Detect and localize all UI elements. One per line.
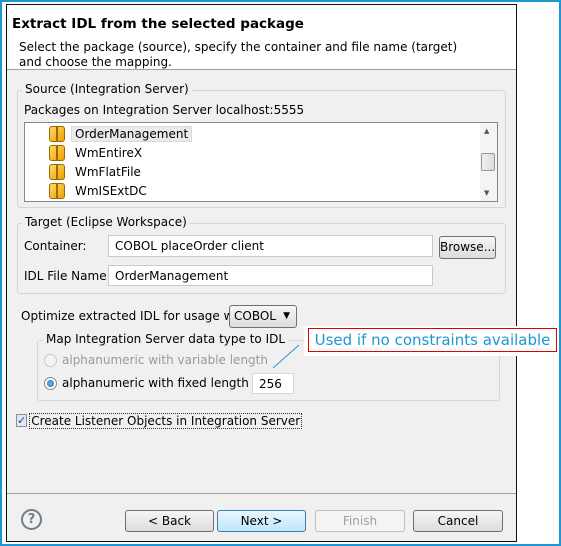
package-name: WmFlatFile [75,165,141,179]
next-button[interactable]: Next > [217,510,306,532]
scroll-up-icon[interactable]: ▲ [484,127,489,135]
package-name: OrderManagement [71,126,193,142]
back-button[interactable]: < Back [125,510,214,532]
package-name: WmISExtDC [75,184,147,198]
chevron-down-icon: ▼ [283,311,290,321]
target-legend: Target (Eclipse Workspace) [22,215,190,229]
scrollbar[interactable]: ▲ ▼ [480,123,497,201]
container-label: Container: [24,239,87,253]
radio-fixed-length[interactable]: alphanumeric with fixed length of [44,376,264,390]
list-item[interactable]: WmEntireX [49,144,146,162]
list-item[interactable]: OrderManagement [49,125,193,143]
list-item[interactable]: WmFlatFile [49,163,145,181]
help-icon[interactable]: ? [21,509,42,530]
page-description: Select the package (source), specify the… [19,40,458,69]
optimize-selected-value: COBOL [234,309,276,323]
create-listener-checkbox[interactable]: ✓ Create Listener Objects in Integration… [16,412,303,429]
list-item[interactable]: WmISExtDC [49,182,151,200]
checkbox-label: Create Listener Objects in Integration S… [29,412,303,429]
checkbox-checked-icon: ✓ [16,414,28,427]
package-icon [49,145,65,161]
mapping-legend: Map Integration Server data type to IDL [43,332,289,346]
radio-label: alphanumeric with fixed length of [62,376,265,390]
radio-label: alphanumeric with variable length [62,353,268,367]
idl-file-name-label: IDL File Name: [24,269,111,283]
scroll-down-icon[interactable]: ▼ [484,189,489,197]
optimize-select[interactable]: COBOL ▼ [229,305,297,328]
page-title: Extract IDL from the selected package [12,16,304,32]
package-icon [49,126,65,142]
package-name: WmEntireX [75,146,143,160]
package-icon [49,164,65,180]
optimize-label: Optimize extracted IDL for usage with: [21,309,254,323]
package-icon [49,183,65,199]
radio-icon [44,377,57,390]
callout-annotation: Used if no constraints available [308,328,557,352]
fixed-length-input[interactable]: 256 [252,373,294,394]
source-legend: Source (Integration Server) [22,82,192,96]
radio-icon [44,354,57,367]
footer-separator [7,493,516,494]
cancel-button[interactable]: Cancel [413,510,503,532]
finish-button: Finish [315,510,405,532]
browse-button[interactable]: Browse... [439,236,496,259]
container-input[interactable]: COBOL placeOrder client [108,235,433,257]
packages-list[interactable]: OrderManagement WmEntireX WmFlatFile WmI… [24,122,498,202]
idl-file-name-input[interactable]: OrderManagement [108,265,433,286]
scrollbar-thumb[interactable] [481,153,495,171]
packages-label: Packages on Integration Server localhost… [24,103,305,117]
radio-variable-length[interactable]: alphanumeric with variable length [44,353,268,367]
